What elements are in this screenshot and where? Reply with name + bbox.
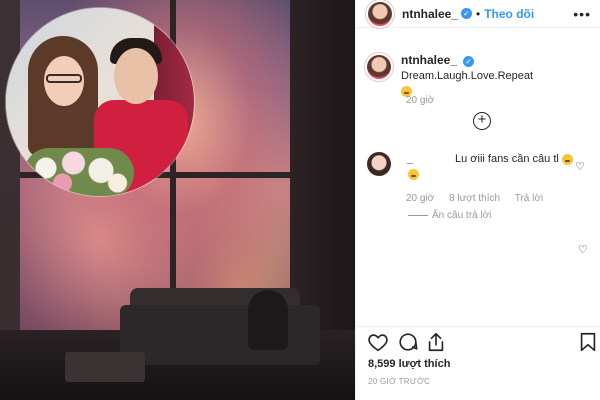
reply-like-heart-icon[interactable]: ♡ [578,243,588,256]
caption-avatar[interactable] [367,55,391,79]
caption: ntnhalee_ ✓ Dream.Laugh.Love.Repeat [367,53,597,99]
more-icon[interactable]: ••• [573,6,591,22]
inset-flower-bouquet [24,148,134,196]
photo-table [65,352,145,382]
caption-time[interactable]: 20 giờ [406,95,434,106]
post-timestamp[interactable]: 20 GIỜ TRƯỚC [368,377,430,386]
author-avatar[interactable] [368,1,392,26]
comment-meta: 20 giờ 8 lượt thích Trả lời [406,193,555,204]
heart-icon[interactable] [367,331,389,353]
comment-time[interactable]: 20 giờ [406,193,434,204]
inset-man-face [114,48,158,104]
author-username[interactable]: ntnhalee_ [402,7,458,21]
emoji-icon [561,153,573,165]
likes-count[interactable]: 8,599 lượt thích [368,358,450,370]
header-separator: • [476,6,481,21]
photo-sofa [120,305,320,365]
caption-text: Dream.Laugh.Love.Repeat [401,70,534,82]
hide-replies-button[interactable]: Ẩn câu trả lời [432,210,491,221]
verified-icon: ✓ [463,55,475,67]
emoji-icon [408,169,419,180]
comment-icon[interactable] [397,331,419,353]
photo-inset-circle [6,8,194,196]
add-circle-icon[interactable]: + [473,112,491,130]
comment-likes[interactable]: 8 lượt thích [449,193,500,204]
action-bar [355,326,600,358]
inset-glasses [46,74,82,83]
comment-text: Lu ơiii fans cần câu tl [455,153,573,165]
bookmark-icon[interactable] [577,331,599,353]
follow-button[interactable]: Theo dõi [484,7,534,21]
share-icon[interactable] [425,331,447,353]
post-photo[interactable] [0,0,355,400]
caption-body: ntnhalee_ ✓ Dream.Laugh.Love.Repeat [401,53,597,99]
verified-icon: ✓ [461,8,473,19]
photo-person-silhouette [248,290,288,350]
caption-username[interactable]: ntnhalee_ [401,53,457,67]
comment-like-heart-icon[interactable]: ♡ [575,160,585,173]
comment-username[interactable]: _ [407,153,413,165]
post-header: ntnhalee_ ✓ • Theo dõi ••• [356,0,600,28]
comment-avatar[interactable] [367,152,391,176]
comment-reply-button[interactable]: Trả lời [515,193,543,204]
comment-text-content: Lu ơiii fans cần câu tl [455,153,559,165]
